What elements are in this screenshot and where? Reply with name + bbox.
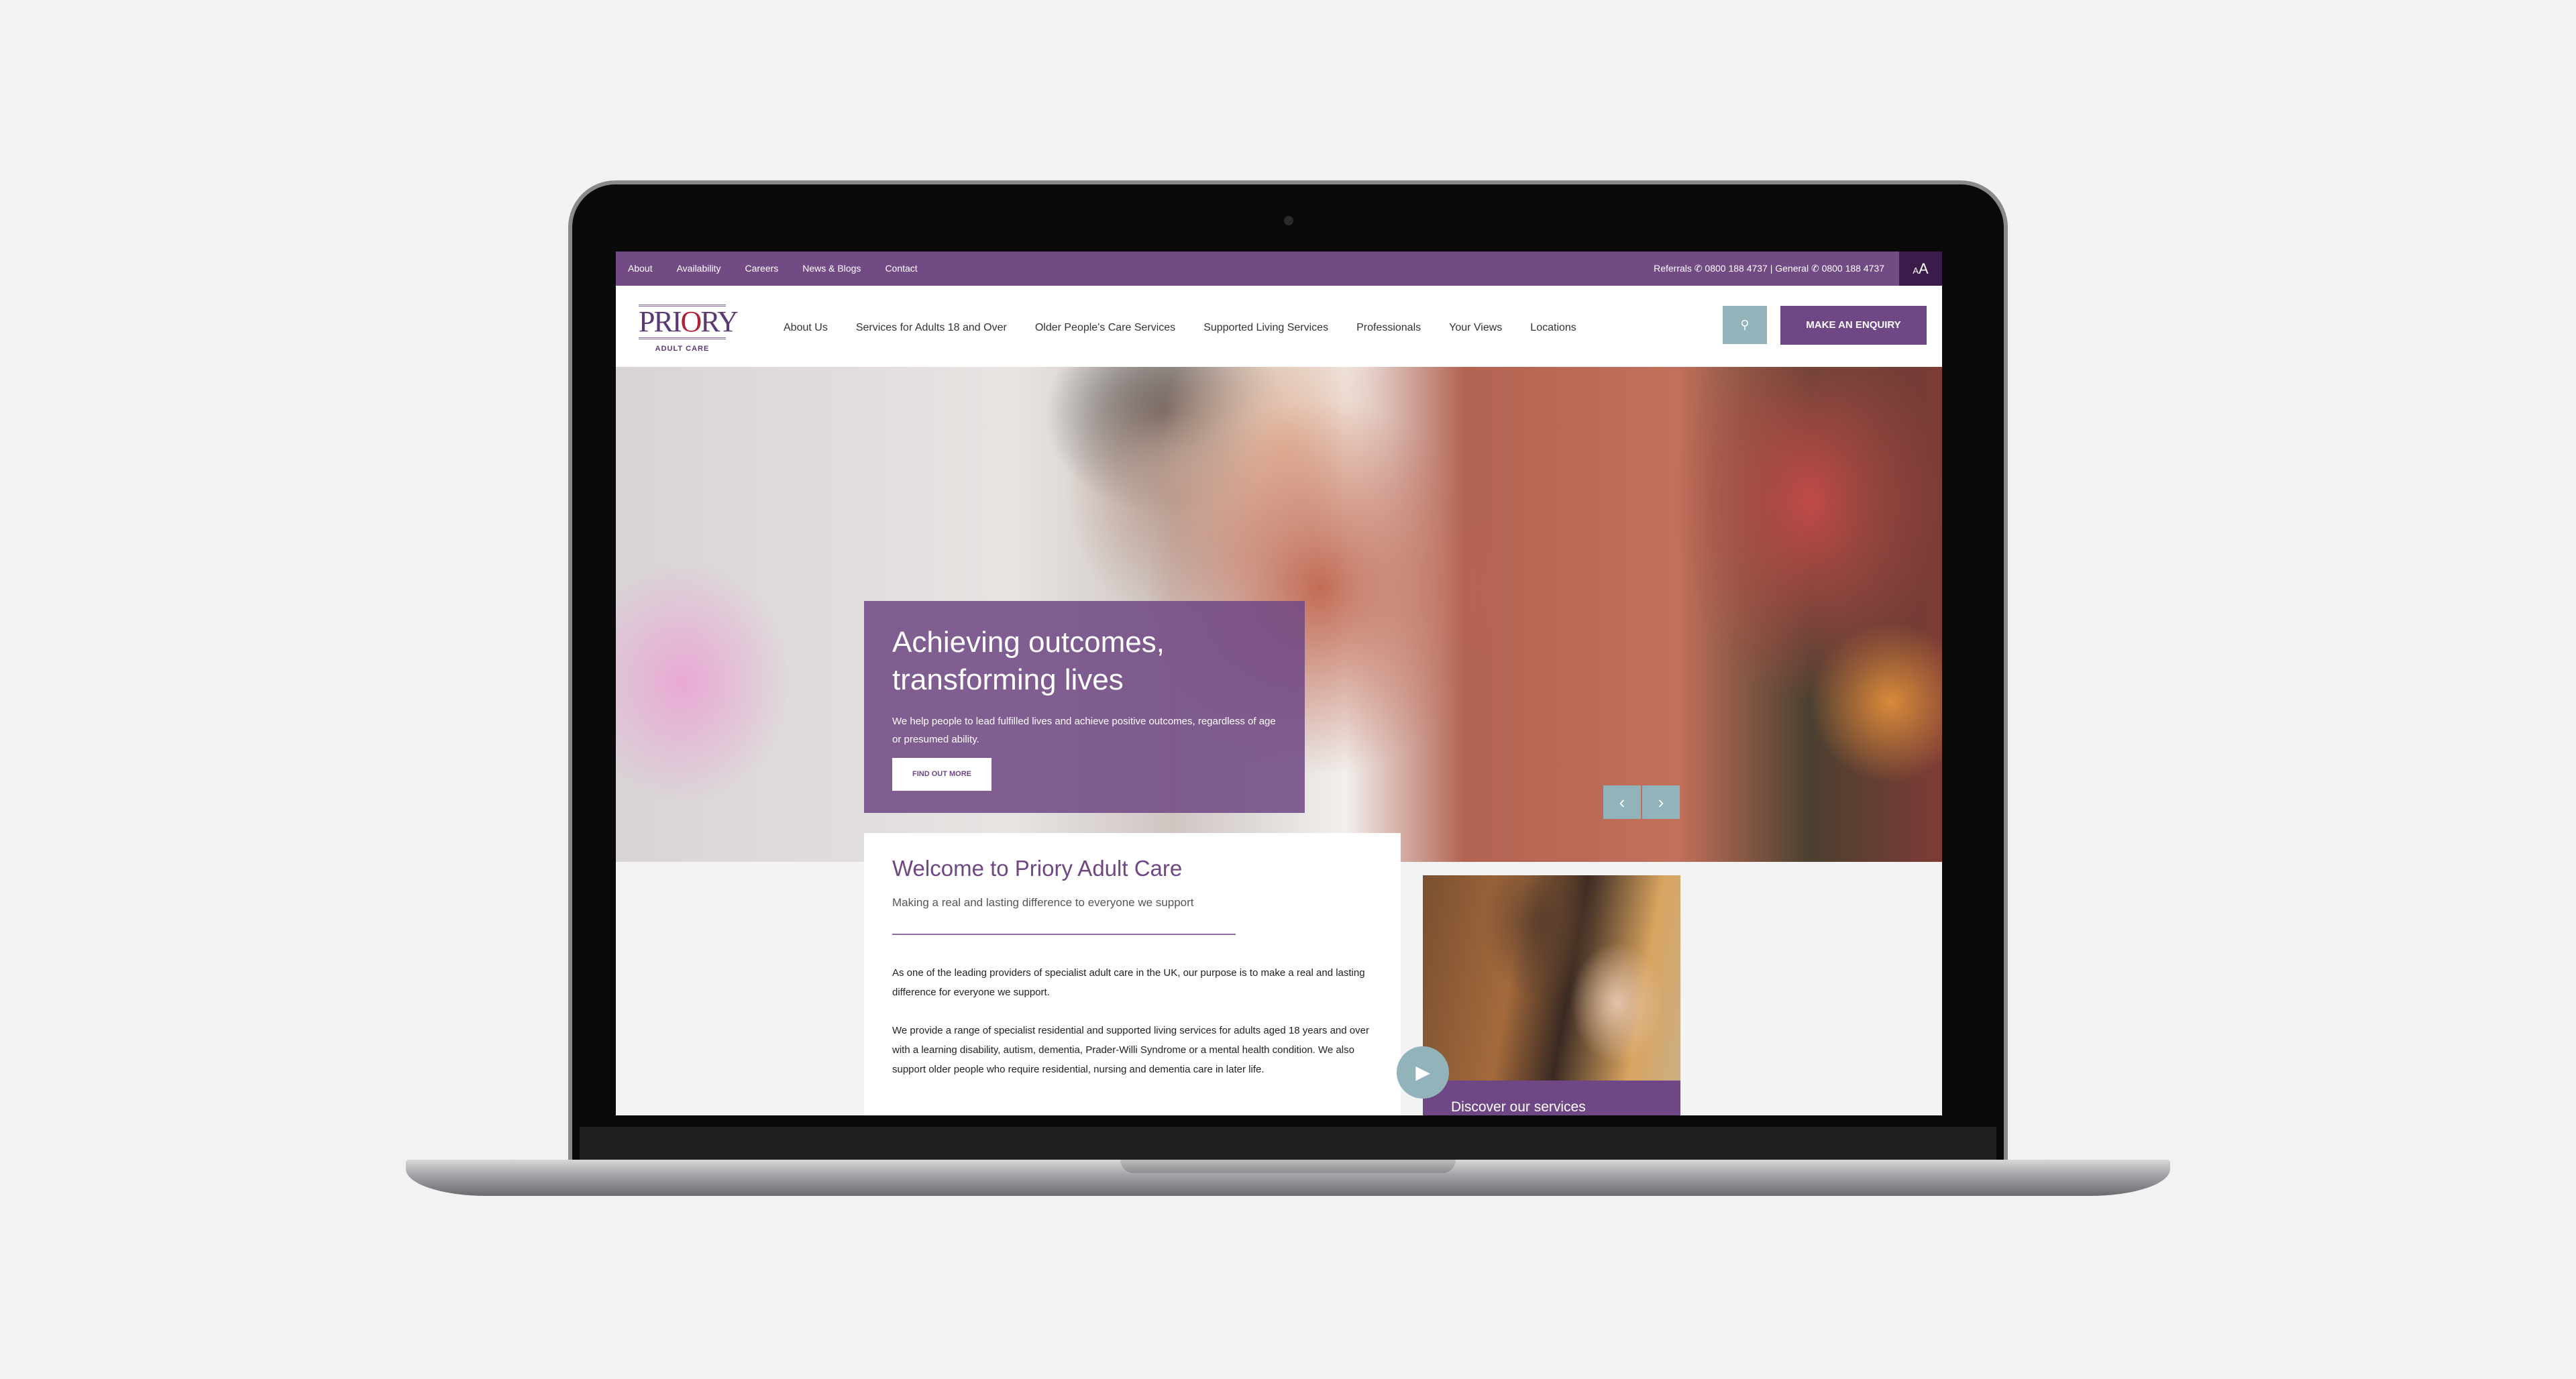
webcam	[1284, 216, 1293, 225]
play-icon[interactable]: ▶	[1397, 1046, 1449, 1099]
discover-services-label[interactable]: Discover our services	[1423, 1081, 1680, 1115]
chevron-right-icon[interactable]: ›	[1642, 785, 1680, 819]
welcome-title: Welcome to Priory Adult Care	[892, 856, 1183, 881]
hero-title: Achieving outcomes, transforming lives	[892, 626, 1165, 696]
welcome-paragraph-1: As one of the leading providers of speci…	[892, 967, 1365, 998]
services-video-card[interactable]: Discover our services	[1423, 875, 1680, 1115]
text-size-button[interactable]: AA	[1899, 252, 1942, 286]
hero-text: We help people to lead fulfilled lives a…	[892, 716, 1276, 745]
hero-overlay: Achieving outcomes, transforming lives We…	[864, 601, 1305, 813]
nav-professionals[interactable]: Professionals	[1356, 322, 1421, 334]
chevron-left-icon[interactable]: ‹	[1603, 785, 1641, 819]
top-link-availability[interactable]: Availability	[677, 263, 721, 274]
utility-bar: About Availability Careers News & Blogs …	[616, 252, 1942, 286]
top-link-about[interactable]: About	[628, 263, 653, 274]
nav-older-people[interactable]: Older People's Care Services	[1035, 322, 1175, 334]
search-button[interactable]: ⚲	[1723, 306, 1767, 344]
nav-about-us[interactable]: About Us	[784, 322, 828, 334]
make-enquiry-button[interactable]: MAKE AN ENQUIRY	[1780, 306, 1927, 345]
nav-locations[interactable]: Locations	[1530, 322, 1576, 334]
laptop-notch	[1120, 1160, 1456, 1173]
nav-services-adults[interactable]: Services for Adults 18 and Over	[856, 322, 1007, 334]
welcome-paragraph-2: We provide a range of specialist residen…	[892, 1025, 1369, 1075]
main-nav: PRIORY ADULT CARE About Us Services for …	[616, 286, 1942, 367]
welcome-tagline: Making a real and lasting difference to …	[892, 896, 1194, 909]
priory-logo[interactable]: PRIORY ADULT CARE	[639, 305, 739, 353]
text-size-large: A	[1918, 260, 1929, 277]
search-icon: ⚲	[1740, 318, 1750, 331]
hero-banner: Achieving outcomes, transforming lives We…	[616, 367, 1942, 862]
nav-supported-living[interactable]: Supported Living Services	[1203, 322, 1328, 334]
laptop-bezel-bottom	[580, 1121, 1996, 1160]
top-link-contact[interactable]: Contact	[885, 263, 917, 274]
top-link-careers[interactable]: Careers	[745, 263, 778, 274]
find-out-more-button[interactable]: FIND OUT MORE	[892, 758, 991, 791]
nav-your-views[interactable]: Your Views	[1449, 322, 1502, 334]
top-link-news[interactable]: News & Blogs	[802, 263, 861, 274]
text-size-small: A	[1913, 266, 1919, 276]
divider	[892, 934, 1236, 935]
website-screen: About Availability Careers News & Blogs …	[616, 252, 1942, 1115]
welcome-card: Welcome to Priory Adult Care Making a re…	[864, 833, 1401, 1115]
phone-numbers[interactable]: Referrals ✆ 0800 188 4737 | General ✆ 08…	[1654, 263, 1884, 274]
